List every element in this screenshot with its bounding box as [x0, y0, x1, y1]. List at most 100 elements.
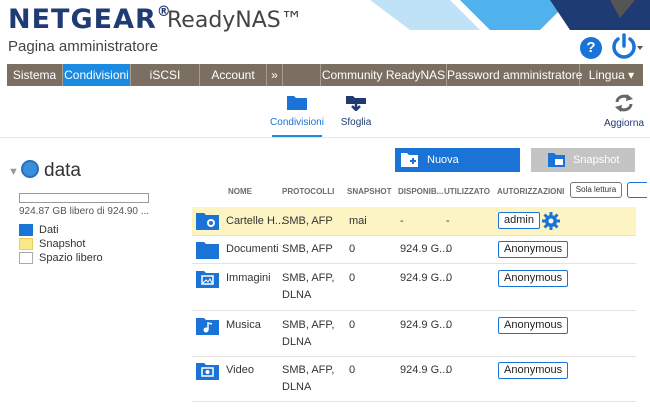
share-snapshot: mai	[349, 215, 367, 227]
folder-icon	[196, 242, 219, 259]
snapshot-icon	[548, 153, 565, 167]
music-folder-icon	[196, 318, 219, 335]
share-protocols: SMB, AFP	[282, 243, 333, 255]
share-used: 0	[446, 319, 453, 331]
nav-admin-password[interactable]: Password amministratore	[447, 64, 582, 86]
legend-label: Spazio libero	[39, 252, 103, 264]
table-row[interactable]: Cartelle H... SMB, AFP mai - - admin	[192, 207, 636, 236]
nav-community[interactable]: Community ReadyNAS	[321, 64, 447, 86]
share-name: Video	[226, 364, 254, 376]
legend-item: Snapshot	[19, 237, 103, 251]
help-icon[interactable]: ?	[580, 37, 602, 59]
share-protocols-line2: DLNA	[282, 336, 312, 348]
new-share-button[interactable]: Nuova condivisione	[395, 148, 520, 190]
table-row[interactable]: Immagini SMB, AFP, DLNA 0 924.9 G... 0 A…	[192, 264, 636, 311]
share-name: Musica	[226, 319, 261, 331]
toolbar: Condivisioni Sfoglia Aggiorna	[0, 88, 650, 138]
col-header-used[interactable]: UTILIZZATO	[444, 187, 490, 196]
capacity-text: 924.87 GB libero di 924.90 ...	[19, 206, 150, 217]
col-header-available[interactable]: DISPONIB...	[398, 187, 443, 196]
readwrite-button[interactable]	[627, 182, 647, 198]
pictures-folder-icon	[196, 271, 219, 288]
col-header-permissions[interactable]: AUTORIZZAZIONI	[497, 187, 564, 196]
table-row[interactable]: Documenti SMB, AFP 0 924.9 G... 0 Anonym…	[192, 236, 636, 264]
browse-icon	[346, 96, 366, 112]
share-protocols: SMB, AFP,	[282, 319, 335, 331]
permission-badge[interactable]: Anonymous	[498, 270, 569, 287]
share-used: 0	[446, 272, 453, 284]
permission-badge[interactable]: admin	[498, 212, 540, 229]
legend-label: Snapshot	[39, 238, 86, 250]
tool-shares-label: Condivisioni	[270, 117, 324, 128]
share-available: -	[400, 215, 404, 227]
share-snapshot: 0	[349, 272, 356, 284]
readonly-button[interactable]: Sola lettura	[570, 182, 622, 198]
col-header-name[interactable]: NOME	[228, 187, 252, 196]
capacity-bar	[19, 193, 149, 203]
share-name: Documenti	[226, 243, 279, 255]
capacity-legend: Dati Snapshot Spazio libero	[19, 223, 103, 265]
nav-condivisioni[interactable]: Condivisioni	[63, 64, 131, 86]
nav-account[interactable]: Account	[200, 64, 267, 86]
snapshot-button[interactable]: Snapshot	[531, 148, 635, 172]
share-available: 924.9 G...	[400, 319, 449, 331]
permission-badge[interactable]: Anonymous	[498, 362, 569, 379]
tool-refresh-label: Aggiorna	[603, 118, 645, 129]
legend-swatch-data	[19, 224, 33, 236]
tool-refresh[interactable]: Aggiorna	[600, 94, 648, 129]
product-name: ReadyNAS™	[167, 8, 303, 33]
share-available: 924.9 G...	[400, 272, 449, 284]
permission-badge[interactable]: Anonymous	[498, 241, 569, 258]
share-snapshot: 0	[349, 243, 356, 255]
legend-swatch-snapshot	[19, 238, 33, 250]
gear-icon[interactable]	[542, 212, 560, 230]
legend-item: Spazio libero	[19, 251, 103, 265]
share-used: 0	[446, 364, 453, 376]
share-name: Cartelle H...	[226, 215, 285, 227]
col-header-snapshot[interactable]: SNAPSHOT	[347, 187, 391, 196]
share-snapshot: 0	[349, 364, 356, 376]
share-protocols-line2: DLNA	[282, 381, 312, 393]
share-available: 924.9 G...	[400, 243, 449, 255]
video-folder-icon	[196, 363, 219, 380]
nav-empty[interactable]	[283, 64, 321, 86]
permission-badge[interactable]: Anonymous	[498, 317, 569, 334]
volume-collapse-arrow-icon[interactable]: ▼	[8, 166, 19, 178]
share-snapshot: 0	[349, 319, 356, 331]
active-tool-indicator	[272, 135, 322, 137]
shares-folder-icon	[287, 96, 307, 110]
share-protocols: SMB, AFP,	[282, 364, 335, 376]
share-used: -	[446, 215, 450, 227]
home-folder-icon	[196, 213, 219, 230]
main-nav: Sistema Condivisioni iSCSI Account » Com…	[7, 64, 643, 86]
legend-swatch-free	[19, 252, 33, 264]
refresh-icon	[615, 94, 633, 112]
col-header-protocols[interactable]: PROTOCOLLI	[282, 187, 334, 196]
share-name: Immagini	[226, 272, 271, 284]
nav-sistema[interactable]: Sistema	[7, 64, 63, 86]
share-used: 0	[446, 243, 453, 255]
snapshot-label: Snapshot	[573, 154, 620, 166]
page-subtitle: Pagina amministratore	[8, 38, 159, 55]
nav-language[interactable]: Lingua ▾	[580, 64, 643, 86]
legend-item: Dati	[19, 223, 103, 237]
header-decoration	[370, 0, 650, 30]
new-folder-icon	[401, 153, 418, 167]
share-protocols-line2: DLNA	[282, 289, 312, 301]
brand-logo: NETGEAR®	[8, 4, 172, 35]
tool-browse-label: Sfoglia	[340, 117, 372, 128]
table-row[interactable]: Video SMB, AFP, DLNA 0 924.9 G... 0 Anon…	[192, 357, 636, 402]
nav-more[interactable]: »	[267, 64, 283, 86]
tool-shares[interactable]: Condivisioni	[269, 94, 325, 128]
share-available: 924.9 G...	[400, 364, 449, 376]
share-protocols: SMB, AFP	[282, 215, 333, 227]
table-row[interactable]: Musica SMB, AFP, DLNA 0 924.9 G... 0 Ano…	[192, 311, 636, 357]
power-icon[interactable]	[610, 33, 644, 61]
tool-browse[interactable]: Sfoglia	[328, 94, 384, 128]
volume-name[interactable]: data	[44, 160, 81, 182]
share-protocols: SMB, AFP,	[282, 272, 335, 284]
legend-label: Dati	[39, 224, 59, 236]
app-header: NETGEAR® ReadyNAS™ Pagina amministratore…	[0, 0, 650, 62]
nav-iscsi[interactable]: iSCSI	[131, 64, 200, 86]
volume-status-icon	[21, 160, 39, 178]
